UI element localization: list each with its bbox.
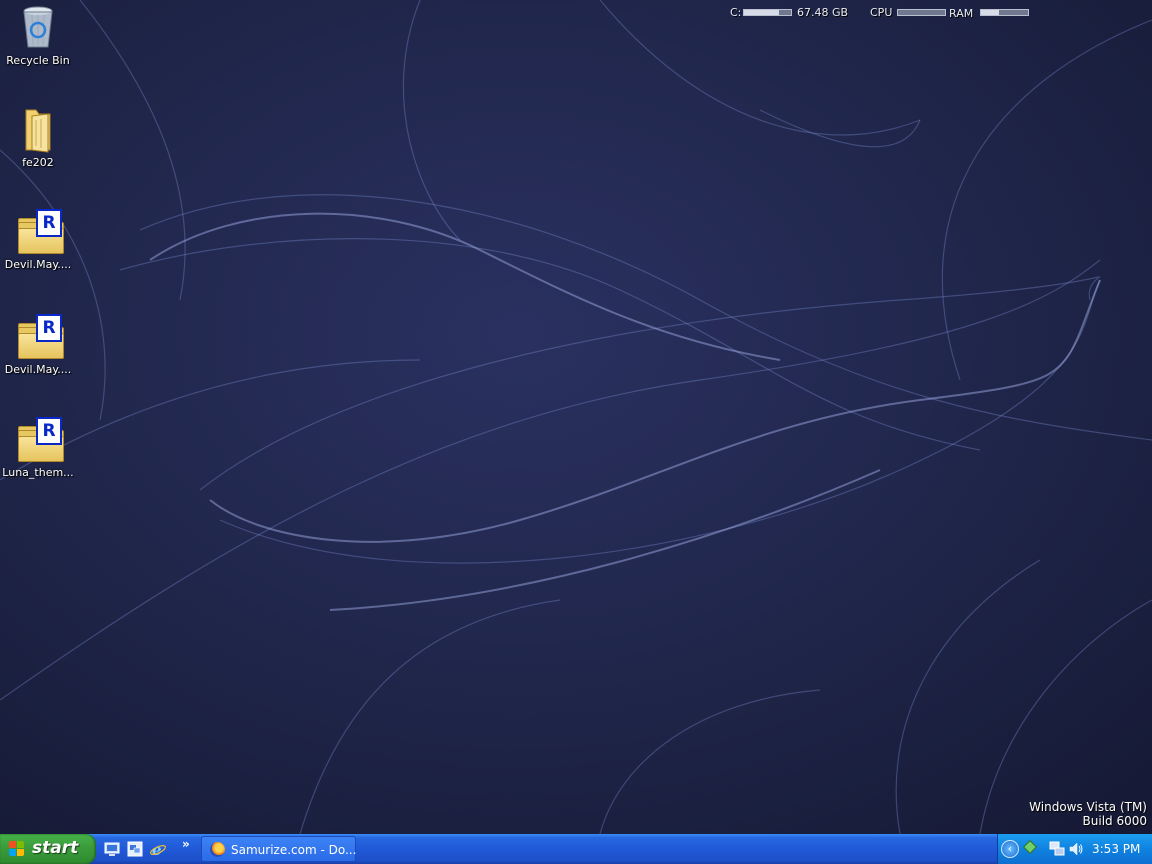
show-desktop-icon[interactable]: [104, 841, 120, 857]
ram-label: RAM: [949, 7, 974, 20]
folder-icon: [14, 106, 62, 154]
winrar-archive-icon: R: [14, 313, 64, 361]
desktop-icon-luna-theme[interactable]: R Luna_them...: [0, 416, 76, 479]
network-icon[interactable]: [1049, 841, 1065, 860]
internet-explorer-icon[interactable]: e: [150, 841, 166, 859]
start-label: start: [32, 838, 79, 858]
recycle-bin-icon: [14, 3, 62, 51]
winrar-archive-icon: R: [14, 208, 64, 256]
volume-icon[interactable]: [1068, 841, 1084, 860]
window-switcher-icon[interactable]: [127, 841, 143, 857]
start-button[interactable]: start: [0, 834, 96, 864]
drive-free-space: 67.48 GB: [797, 6, 849, 19]
drive-label: C:: [730, 6, 742, 19]
ram-usage-fill: [981, 10, 999, 15]
taskbar-button-firefox[interactable]: Samurize.com - Do...: [201, 836, 356, 862]
firefox-icon: [210, 842, 225, 857]
desktop-icon-devil-may-2[interactable]: R Devil.May....: [0, 313, 76, 376]
desktop-icon-devil-may-1[interactable]: R Devil.May....: [0, 208, 76, 271]
clock[interactable]: 3:53 PM: [1092, 842, 1140, 856]
tray-expand-icon[interactable]: ‹: [1001, 840, 1019, 858]
windows-flag-icon: [9, 841, 25, 857]
drive-usage-fill: [744, 10, 780, 15]
ram-usage-bar: [980, 9, 1029, 16]
desktop-icon-recycle-bin[interactable]: Recycle Bin: [0, 3, 76, 67]
cpu-usage-bar: [897, 9, 946, 16]
system-tray: ‹ 3:53 PM: [997, 834, 1152, 864]
cpu-label: CPU: [870, 6, 893, 19]
tray-app-icon[interactable]: [1022, 839, 1038, 855]
desktop-icon-label: fe202: [22, 156, 54, 169]
winrar-archive-icon: R: [14, 416, 64, 464]
desktop-icon-label: Luna_them...: [2, 466, 74, 479]
desktop-icon-label: Devil.May....: [4, 363, 72, 376]
desktop-icon-label: Recycle Bin: [6, 54, 70, 67]
desktop-icon-label: Devil.May....: [4, 258, 72, 271]
build-watermark: Windows Vista (TM) Build 6000: [1029, 800, 1147, 828]
watermark-os-name: Windows Vista (TM): [1029, 800, 1147, 814]
taskbar-button-label: Samurize.com - Do...: [231, 843, 357, 857]
desktop-wallpaper: [0, 0, 1152, 834]
drive-usage-bar: [743, 9, 792, 16]
quick-launch-chevron[interactable]: »: [182, 837, 190, 851]
desktop-icon-fe202[interactable]: fe202: [0, 106, 76, 169]
taskbar: start e » Samurize.com - Do... ‹ 3:53 PM: [0, 834, 1152, 864]
watermark-build: Build 6000: [1082, 814, 1147, 828]
